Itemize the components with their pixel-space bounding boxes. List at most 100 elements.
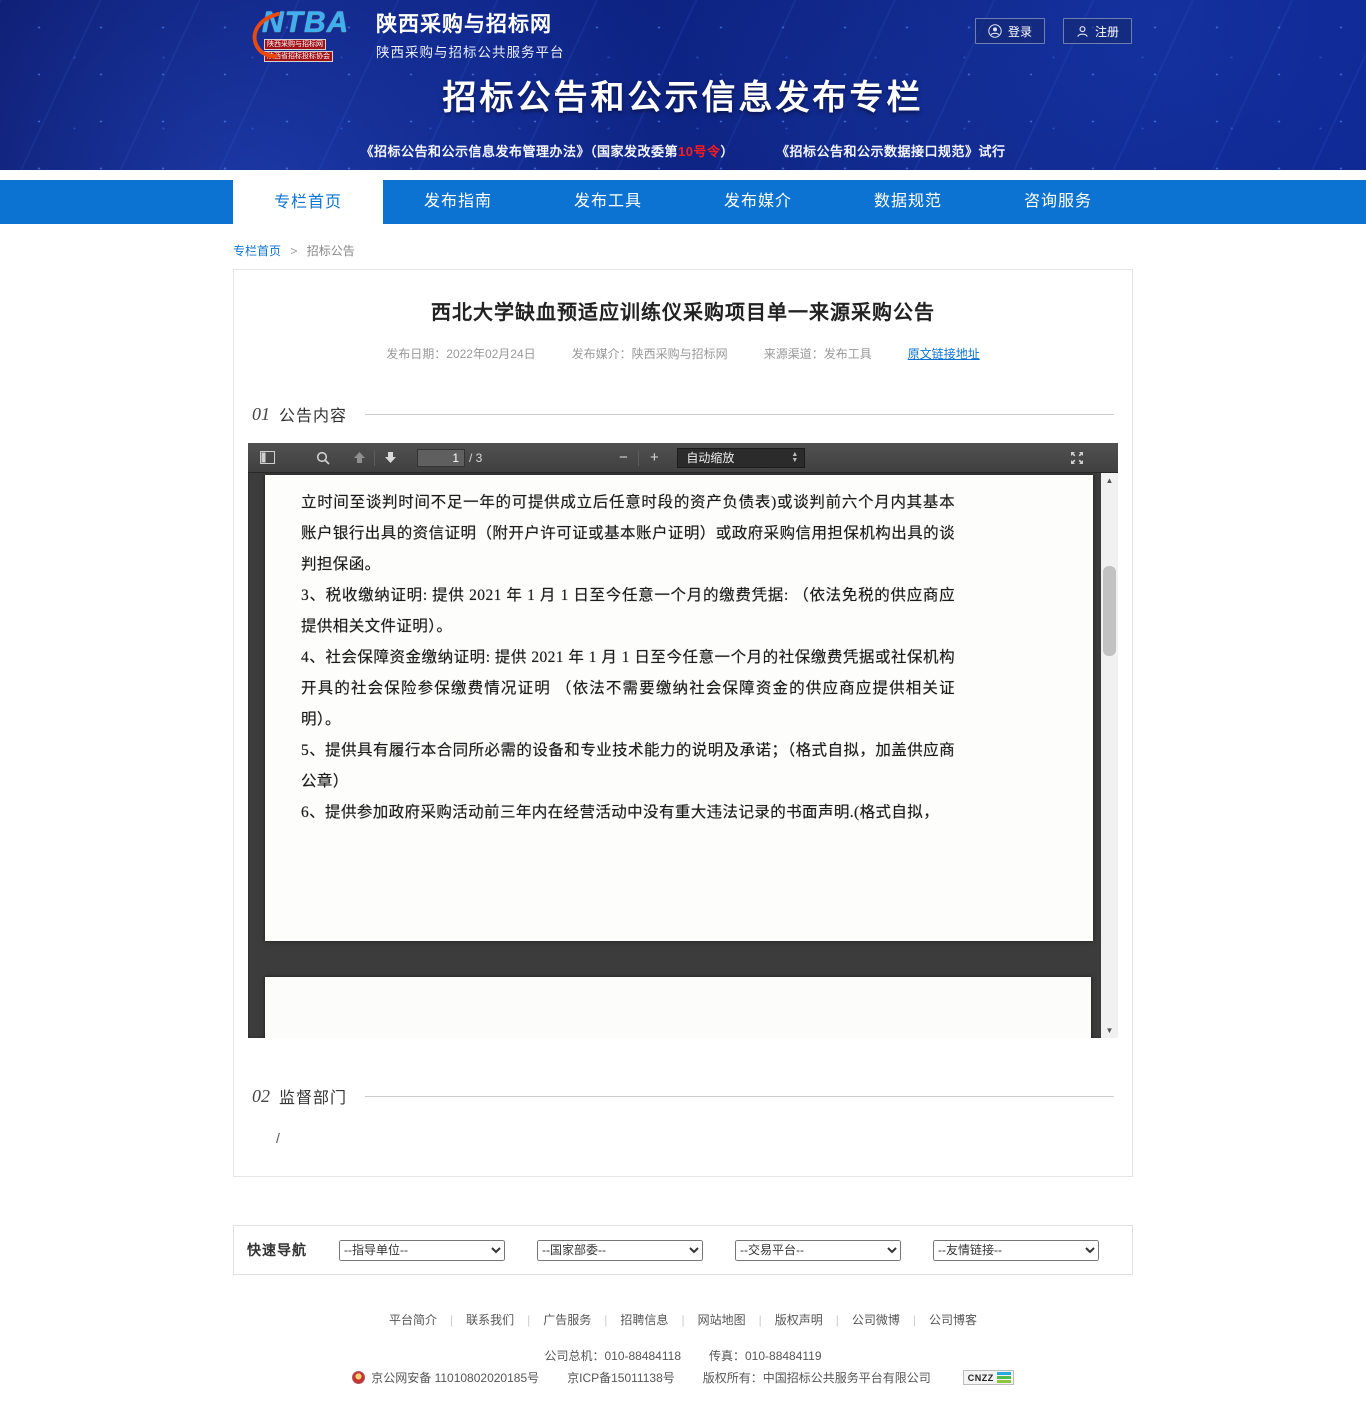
scrollbar-thumb[interactable] bbox=[1103, 566, 1116, 656]
footer-link-separator: | bbox=[450, 1313, 453, 1327]
pdf-body: 立时间至谈判时间不足一年的可提供成立后任意时段的资产负债表)或谈判前六个月内其基… bbox=[248, 473, 1118, 1038]
friendly-links-select[interactable]: --友情链接-- bbox=[933, 1240, 1099, 1261]
pdf-paragraph: 6、提供参加政府采购活动前三年内在经营活动中没有重大违法记录的书面声明.(格式自… bbox=[301, 797, 955, 828]
footer-link-recruit-info[interactable]: 招聘信息 bbox=[620, 1311, 668, 1328]
breadcrumb-home-link[interactable]: 专栏首页 bbox=[233, 244, 281, 258]
footer-copyright-owner: 版权所有：中国招标公共服务平台有限公司 bbox=[703, 1369, 931, 1386]
national-ministry-select[interactable]: --国家部委-- bbox=[537, 1240, 703, 1261]
footer-copyright-line: 京公网安备 11010802020185号 京ICP备15011138号 版权所… bbox=[0, 1369, 1366, 1386]
footer-link-copyright-statement[interactable]: 版权声明 bbox=[775, 1311, 823, 1328]
site-title: 陕西采购与招标网 bbox=[376, 12, 565, 38]
article-meta: 发布日期：2022年02月24日 发布媒介：陕西采购与招标网 来源渠道：发布工具… bbox=[234, 345, 1132, 362]
main-nav: 专栏首页 发布指南 发布工具 发布媒介 数据规范 咨询服务 bbox=[0, 180, 1366, 224]
site-subtitle: 陕西采购与招标公共服务平台 bbox=[376, 41, 565, 61]
section-number: 01 bbox=[252, 404, 270, 425]
footer-link-separator: | bbox=[681, 1313, 684, 1327]
footer-fax: 传真：010-88484119 bbox=[709, 1349, 822, 1363]
register-button[interactable]: 注册 bbox=[1063, 18, 1132, 44]
article-container: 西北大学缺血预适应训练仪采购项目单一来源采购公告 发布日期：2022年02月24… bbox=[233, 269, 1133, 1177]
pdf-page-1: 立时间至谈判时间不足一年的可提供成立后任意时段的资产负债表)或谈判前六个月内其基… bbox=[265, 475, 1093, 941]
pdf-toolbar: / 3 − + 自动缩放 ▲▼ bbox=[248, 443, 1118, 473]
pdf-scrollbar[interactable]: ▲ ▼ bbox=[1101, 473, 1118, 1038]
next-page-icon[interactable] bbox=[377, 446, 403, 470]
banner-sub-right: 《招标公告和公示数据接口规范》试行 bbox=[776, 144, 1006, 159]
footer-link-blog[interactable]: 公司博客 bbox=[929, 1311, 977, 1328]
section-divider bbox=[365, 414, 1114, 415]
footer-link-separator: | bbox=[604, 1313, 607, 1327]
footer-link-weibo[interactable]: 公司微博 bbox=[852, 1311, 900, 1328]
meta-publish-date: 发布日期：2022年02月24日 bbox=[386, 345, 535, 362]
pdf-page-2 bbox=[265, 977, 1091, 1038]
scroll-down-icon[interactable]: ▼ bbox=[1101, 1023, 1118, 1038]
site-logo[interactable]: NTBA 陕西采购与招标网 陕西省招标投标协会 陕西采购与招标网 陕西采购与招标… bbox=[248, 8, 565, 64]
breadcrumb: 专栏首页 > 招标公告 bbox=[233, 242, 1133, 259]
zoom-in-icon[interactable]: + bbox=[641, 446, 667, 470]
banner-sub-left: 《招标公告和公示信息发布管理办法》（国家发改委第 bbox=[360, 144, 678, 159]
site-header: NTBA 陕西采购与招标网 陕西省招标投标协会 陕西采购与招标网 陕西采购与招标… bbox=[0, 0, 1366, 170]
guide-unit-select[interactable]: --指导单位-- bbox=[339, 1240, 505, 1261]
pdf-paragraph: 立时间至谈判时间不足一年的可提供成立后任意时段的资产负债表)或谈判前六个月内其基… bbox=[301, 487, 955, 580]
original-link[interactable]: 原文链接地址 bbox=[908, 345, 980, 362]
nav-tab-publish-tools[interactable]: 发布工具 bbox=[533, 180, 683, 224]
footer-link-separator: | bbox=[913, 1313, 916, 1327]
nav-tab-consult-service[interactable]: 咨询服务 bbox=[983, 180, 1133, 224]
footer-contact-line: 公司总机：010-88484118 传真：010-88484119 bbox=[0, 1347, 1366, 1364]
footer-phone: 公司总机：010-88484118 bbox=[544, 1349, 681, 1363]
footer-link-separator: | bbox=[527, 1313, 530, 1327]
cnzz-counter-badge[interactable]: CNZZ bbox=[963, 1370, 1014, 1385]
logo-swoosh-icon bbox=[248, 10, 288, 60]
meta-publish-media: 发布媒介：陕西采购与招标网 bbox=[572, 345, 728, 362]
cnzz-label: CNZZ bbox=[968, 1373, 994, 1383]
footer-link-separator: | bbox=[759, 1313, 762, 1327]
previous-page-icon[interactable] bbox=[346, 446, 372, 470]
nav-tab-publish-media[interactable]: 发布媒介 bbox=[683, 180, 833, 224]
logo-mark: NTBA 陕西采购与招标网 陕西省招标投标协会 bbox=[248, 8, 366, 64]
footer-link-ad-service[interactable]: 广告服务 bbox=[543, 1311, 591, 1328]
footer-beian-icp[interactable]: 京ICP备15011138号 bbox=[567, 1369, 675, 1386]
zoom-mode-label: 自动缩放 bbox=[686, 449, 734, 466]
search-icon[interactable] bbox=[310, 446, 336, 470]
banner-sub-red: 10号令 bbox=[678, 144, 720, 159]
page-count-label: / 3 bbox=[469, 451, 482, 465]
pdf-paragraph: 5、提供具有履行本合同所必需的设备和专业技术能力的说明及承诺；（格式自拟，加盖供… bbox=[301, 735, 955, 797]
footer-link-sitemap[interactable]: 网站地图 bbox=[698, 1311, 746, 1328]
login-button[interactable]: 登录 bbox=[975, 18, 1045, 44]
pdf-paragraph: 3、税收缴纳证明: 提供 2021 年 1 月 1 日至今任意一个月的缴费凭据:… bbox=[301, 580, 955, 642]
zoom-out-icon[interactable]: − bbox=[610, 446, 636, 470]
section-supervision-header: 02 监督部门 bbox=[252, 1084, 1114, 1108]
pdf-paragraph: 4、社会保障资金缴纳证明: 提供 2021 年 1 月 1 日至今任意一个月的社… bbox=[301, 642, 955, 735]
footer-link-separator: | bbox=[836, 1313, 839, 1327]
login-label: 登录 bbox=[1008, 23, 1032, 40]
meta-source-channel: 来源渠道：发布工具 bbox=[764, 345, 872, 362]
supervision-content: / bbox=[276, 1130, 1132, 1146]
scroll-up-icon[interactable]: ▲ bbox=[1101, 473, 1118, 488]
site-footer: 平台简介 | 联系我们 | 广告服务 | 招聘信息 | 网站地图 | 版权声明 | 公司微博… bbox=[0, 1297, 1366, 1386]
breadcrumb-current: 招标公告 bbox=[307, 244, 355, 258]
nav-tab-publish-guide[interactable]: 发布指南 bbox=[383, 180, 533, 224]
zoom-mode-dropdown[interactable]: 自动缩放 ▲▼ bbox=[677, 448, 805, 468]
footer-link-platform-intro[interactable]: 平台简介 bbox=[389, 1311, 437, 1328]
register-label: 注册 bbox=[1095, 23, 1119, 40]
toolbar-separator bbox=[374, 450, 375, 466]
nav-tab-data-standard[interactable]: 数据规范 bbox=[833, 180, 983, 224]
nav-tab-home[interactable]: 专栏首页 bbox=[233, 180, 383, 228]
quick-nav-label: 快速导航 bbox=[247, 1240, 307, 1260]
sidebar-toggle-icon[interactable] bbox=[254, 446, 280, 470]
page-number-input[interactable] bbox=[417, 449, 465, 467]
user-icon bbox=[1076, 25, 1089, 38]
cnzz-stripes-icon bbox=[997, 1372, 1011, 1383]
section-number: 02 bbox=[252, 1086, 270, 1107]
pdf-viewer: / 3 − + 自动缩放 ▲▼ 立时间至谈判时间不足一年的可提供成立后 bbox=[248, 443, 1118, 1038]
police-badge-icon bbox=[352, 1371, 365, 1384]
pdf-page-text: 立时间至谈判时间不足一年的可提供成立后任意时段的资产负债表)或谈判前六个月内其基… bbox=[265, 475, 1093, 828]
quick-nav-bar: 快速导航 --指导单位-- --国家部委-- --交易平台-- --友情链接-- bbox=[233, 1225, 1133, 1275]
section-title: 公告内容 bbox=[279, 402, 347, 426]
footer-link-contact-us[interactable]: 联系我们 bbox=[466, 1311, 514, 1328]
fullscreen-icon[interactable] bbox=[1064, 446, 1090, 470]
trading-platform-select[interactable]: --交易平台-- bbox=[735, 1240, 901, 1261]
footer-beian-gongan[interactable]: 京公网安备 11010802020185号 bbox=[371, 1369, 539, 1386]
banner-sub-close: ） bbox=[720, 144, 734, 159]
banner-title: 招标公告和公示信息发布专栏 bbox=[0, 70, 1366, 119]
footer-links: 平台简介 | 联系我们 | 广告服务 | 招聘信息 | 网站地图 | 版权声明 | 公司微博… bbox=[0, 1311, 1366, 1328]
section-announcement-header: 01 公告内容 bbox=[252, 402, 1114, 426]
